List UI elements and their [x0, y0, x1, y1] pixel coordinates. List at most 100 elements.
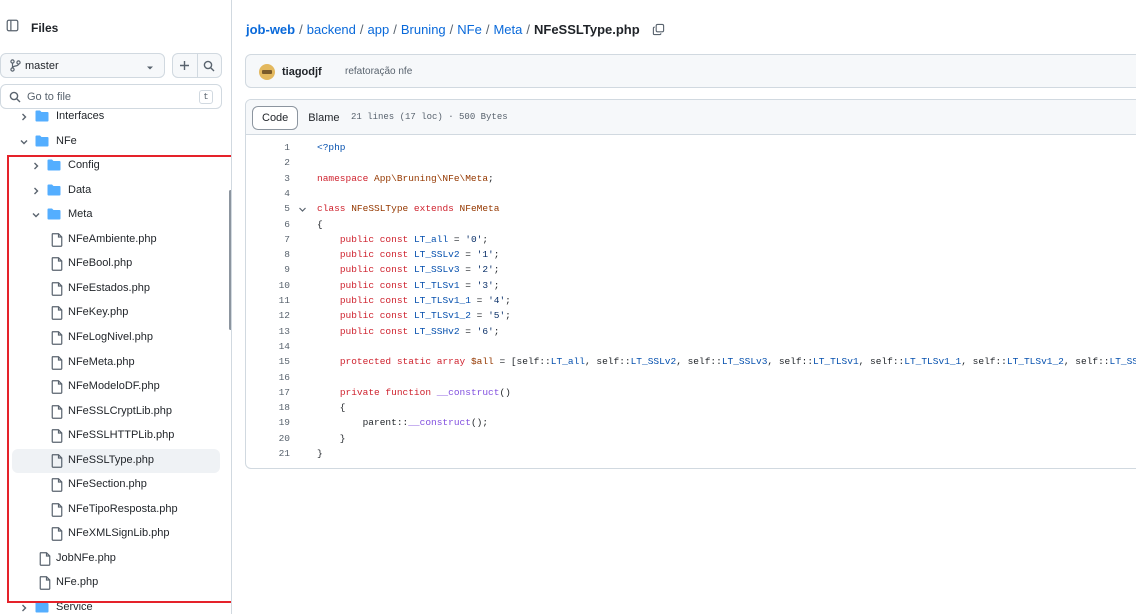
code-token: LT_SSLv3 [413, 264, 460, 276]
code-token: App\Bruning\NFe\Meta [374, 172, 489, 184]
tree-actions [172, 53, 222, 78]
code-token: , self:: [767, 356, 814, 368]
code-token: = [448, 233, 466, 245]
add-file-button[interactable] [173, 54, 197, 77]
line-number[interactable]: 10 [246, 280, 290, 291]
code-token: LT_TLSv1_1 [904, 356, 962, 368]
code-token: NFeSSLType [351, 203, 409, 215]
commit-author[interactable]: tiagodjf [282, 66, 322, 78]
git-branch-icon [10, 59, 21, 75]
branch-name: master [25, 60, 59, 72]
code-token: , self:: [584, 356, 631, 368]
code-line: 18 { [246, 401, 1136, 416]
code-token: public const [339, 279, 414, 291]
code-viewer: Code Blame 21 lines (17 loc) · 500 Bytes… [245, 99, 1136, 469]
breadcrumb-current-file: NFeSSLType.php [534, 22, 640, 37]
line-number[interactable]: 6 [246, 219, 290, 230]
file-tree-sidebar: Files master t InterfacesNFeConfigDataMe… [0, 0, 232, 614]
go-to-file-field[interactable]: t [0, 84, 222, 109]
line-number[interactable]: 12 [246, 310, 290, 321]
code-token: private function [339, 386, 437, 398]
line-number[interactable]: 15 [246, 356, 290, 367]
code-token: (); [470, 417, 489, 429]
code-token: ; [505, 295, 511, 306]
line-number[interactable]: 8 [246, 249, 290, 260]
line-number[interactable]: 21 [246, 448, 290, 459]
line-number[interactable]: 20 [246, 433, 290, 444]
sidebar-header: Files [0, 0, 231, 48]
code-tab[interactable]: Code [252, 106, 299, 130]
code-token: namespace [317, 172, 375, 184]
breadcrumb-separator: / [359, 22, 364, 37]
code-token: '3' [476, 279, 494, 291]
sidebar-title: Files [31, 21, 59, 35]
code-line: 15 protected static array $all = [self::… [246, 355, 1136, 370]
code-token: NFeMeta [459, 203, 500, 215]
code-line: 9 public const LT_SSLv3 = '2'; [246, 263, 1136, 278]
fold-chevron-icon[interactable] [298, 205, 307, 214]
breadcrumb: job-web / backend / app / Bruning / NFe / Meta / NF… [246, 22, 665, 37]
code-line: 14 [246, 340, 1136, 355]
file-meta: 21 lines (17 loc) · 500 Bytes [351, 112, 508, 122]
code-line: 11 public const LT_TLSv1_1 = '4'; [246, 294, 1136, 309]
code-line: 12 public const LT_TLSv1_2 = '5'; [246, 309, 1136, 324]
code-token: LT_all [550, 356, 585, 368]
branch-selector[interactable]: master [0, 53, 165, 78]
chevron-right-icon[interactable] [18, 111, 30, 123]
code-token: LT_all [413, 233, 449, 245]
search-icon [204, 60, 215, 71]
code-text: namespace App\Bruning\NFe\Meta; [317, 173, 494, 184]
line-number[interactable]: 18 [246, 402, 290, 413]
code-token: ; [493, 264, 500, 276]
chevron-down-icon[interactable] [18, 136, 30, 148]
go-to-file-input[interactable] [27, 88, 187, 105]
sidebar-toggle-icon[interactable] [4, 17, 20, 33]
line-number[interactable]: 3 [246, 173, 290, 184]
line-number[interactable]: 5 [246, 203, 290, 214]
line-number[interactable]: 11 [246, 295, 290, 306]
tree-folder-item[interactable]: Interfaces [12, 109, 220, 129]
shortcut-key: t [199, 90, 213, 104]
line-number[interactable]: 19 [246, 417, 290, 428]
code-text: protected static array $all = [self::LT_… [317, 356, 1136, 367]
blame-tab[interactable]: Blame [298, 106, 349, 130]
breadcrumb-link[interactable]: Bruning [401, 22, 446, 37]
code-line: 21} [246, 447, 1136, 462]
code-token: LT_TLSv1 [813, 356, 859, 368]
code-token: = [470, 310, 489, 322]
line-number[interactable]: 2 [246, 157, 290, 168]
code-token: = [459, 279, 477, 291]
breadcrumb-link[interactable]: NFe [457, 22, 482, 37]
code-token: __construct [408, 417, 471, 429]
code-text: parent::__construct(); [317, 417, 488, 428]
line-number[interactable]: 4 [246, 188, 290, 199]
line-number[interactable]: 14 [246, 341, 290, 352]
code-token: ; [488, 172, 494, 184]
tree-folder-item[interactable]: NFe [12, 130, 220, 154]
chevron-right-icon[interactable] [18, 602, 30, 614]
code-token: '5' [488, 310, 506, 322]
line-number[interactable]: 1 [246, 142, 290, 153]
copy-path-icon[interactable] [652, 23, 665, 36]
breadcrumb-link[interactable]: Meta [493, 22, 522, 37]
line-number[interactable]: 13 [246, 326, 290, 337]
code-token: LT_TLSv1 [413, 279, 460, 291]
code-text: public const LT_all = '0'; [317, 234, 488, 245]
line-number[interactable]: 9 [246, 264, 290, 275]
breadcrumb-link[interactable]: app [368, 22, 390, 37]
commit-message[interactable]: refatoração nfe [345, 66, 412, 77]
code-line: 6{ [246, 218, 1136, 233]
line-number[interactable]: 7 [246, 234, 290, 245]
line-number[interactable]: 16 [246, 372, 290, 383]
code-token: ; [493, 249, 500, 261]
search-button[interactable] [196, 54, 221, 77]
breadcrumb-link[interactable]: backend [307, 22, 356, 37]
line-number[interactable]: 17 [246, 387, 290, 398]
breadcrumb-repo-link[interactable]: job-web [246, 22, 295, 37]
avatar[interactable] [259, 64, 275, 80]
